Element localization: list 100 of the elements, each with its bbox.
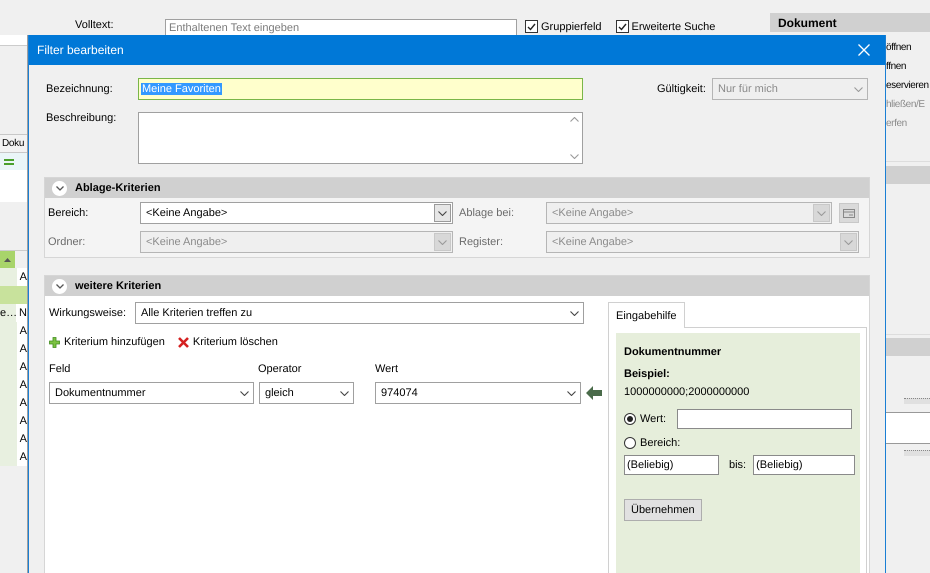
table-cell-text: A [18,361,27,373]
column-header: Wert [375,363,400,375]
section-header[interactable]: Ablage-Kriterien [45,178,869,198]
table-cell-text: A [18,451,27,463]
menu-item[interactable]: öffnen [886,38,930,57]
list-panel [0,170,27,202]
section-title: Ablage-Kriterien [75,182,161,194]
list-row[interactable]: A [0,340,27,358]
dropdown[interactable]: <Keine Angabe> [140,202,453,224]
table-cell-text: A [18,343,27,355]
column-header[interactable] [0,250,27,268]
apply-button[interactable]: Übernehmen [624,499,702,521]
table-cell-text: A [18,397,27,409]
example-text: 1000000000;2000000000 [624,386,750,398]
radio-option[interactable]: Wert: [624,413,677,425]
checkbox[interactable]: Gruppierfeld [525,20,602,33]
table-cell-text: A [18,415,27,427]
list-row[interactable]: A [0,448,27,466]
menu-item[interactable]: eservieren [886,76,930,95]
checkmark-icon [618,22,627,30]
field-label: Gültigkeit: [657,83,707,95]
radio-button[interactable] [624,413,636,425]
close-icon [858,44,870,56]
range-from-field[interactable]: (Beliebig) [624,455,719,475]
table-cell-text: N [18,307,27,319]
caret-icon [817,210,826,216]
caret-icon [854,86,862,92]
section-title: weitere Kriterien [75,280,162,292]
example-label: Beispiel: [624,368,671,380]
menu-item[interactable]: ffnen [886,57,930,76]
description-field[interactable] [138,112,583,164]
arrow-left-icon [586,386,602,400]
window-icon [843,208,855,218]
chevron-icon [56,186,64,190]
column-header: Operator [258,363,302,375]
caret-icon [240,390,248,396]
field-label: Bereich: [48,207,90,219]
equals-icon [4,158,14,164]
field-label: Ordner: [48,236,86,248]
scroll-down-icon [570,154,578,159]
chevron-icon [56,284,64,288]
caret-icon [844,240,853,244]
field-label: bis: [729,459,746,471]
list-row[interactable]: A [0,394,27,412]
delete-criterion-button[interactable]: Kriterium löschen [178,336,278,348]
filter-row[interactable] [0,153,27,170]
dropdown[interactable]: gleich [259,382,354,404]
scroll-up-icon [570,117,578,122]
sort-arrow-icon [4,258,11,262]
list-row[interactable]: A [0,376,27,394]
table-cell-text: A [18,433,27,445]
dropdown[interactable]: Dokumentnummer [49,382,254,404]
field-label: Ablage bei: [458,207,516,219]
window-title: Filter bearbeiten [37,43,125,57]
section-header[interactable]: weitere Kriterien [45,276,869,296]
caret-icon [438,210,447,216]
checkmark-icon [527,22,536,30]
caret-icon [566,390,576,396]
input-field[interactable] [886,412,930,444]
panel-header: Dokument [770,13,930,32]
dropdown[interactable]: Alle Kriterien treffen zu [135,302,584,324]
field-label: Beschreibung: [46,112,118,124]
checkbox[interactable]: Erweiterte Suche [616,20,716,33]
list-row[interactable]: A [0,358,27,376]
expand-toggle[interactable] [52,180,67,196]
splitter-handle[interactable] [904,398,930,404]
cross-icon [178,336,189,348]
plus-icon [49,336,60,348]
caret-icon [340,390,348,396]
field-label: Bezeichnung: [46,83,114,95]
tab[interactable]: Eingabehilfe [608,302,685,328]
expand-toggle[interactable] [52,278,67,294]
field-label: Volltext: [75,19,115,31]
radio-button[interactable] [624,437,636,449]
column-header: Feld [49,363,72,375]
splitter-handle[interactable] [904,450,930,456]
range-to-field[interactable]: (Beliebig) [753,455,856,475]
field-label: Wirkungsweise: [49,307,128,319]
list-row[interactable]: A [0,412,27,430]
list-row[interactable]: e… N [0,304,27,322]
field-label: Register: [458,236,504,248]
table-cell-text: A [18,325,27,337]
input-field[interactable] [0,35,27,46]
value-field[interactable] [677,409,852,429]
table-cell: e… [0,307,16,319]
list-row[interactable]: A [0,322,27,340]
column-header[interactable]: Doku [0,134,27,153]
list-row[interactable]: A [0,430,27,448]
add-criterion-button[interactable]: Kriterium hinzufügen [49,336,165,348]
caret-icon [438,240,447,244]
fulltext-field[interactable]: Enthaltenen Text eingeben [165,19,517,35]
caret-icon [570,310,578,316]
table-cell-text: A [18,379,27,391]
radio-option[interactable]: Bereich: [624,437,680,449]
list-row[interactable]: A [0,268,27,286]
panel-header [886,166,930,184]
browse-button[interactable] [839,203,859,223]
table-cell-text: A [18,271,27,283]
help-heading: Dokumentnummer [624,346,722,358]
dropdown[interactable]: 974074 [375,382,581,404]
